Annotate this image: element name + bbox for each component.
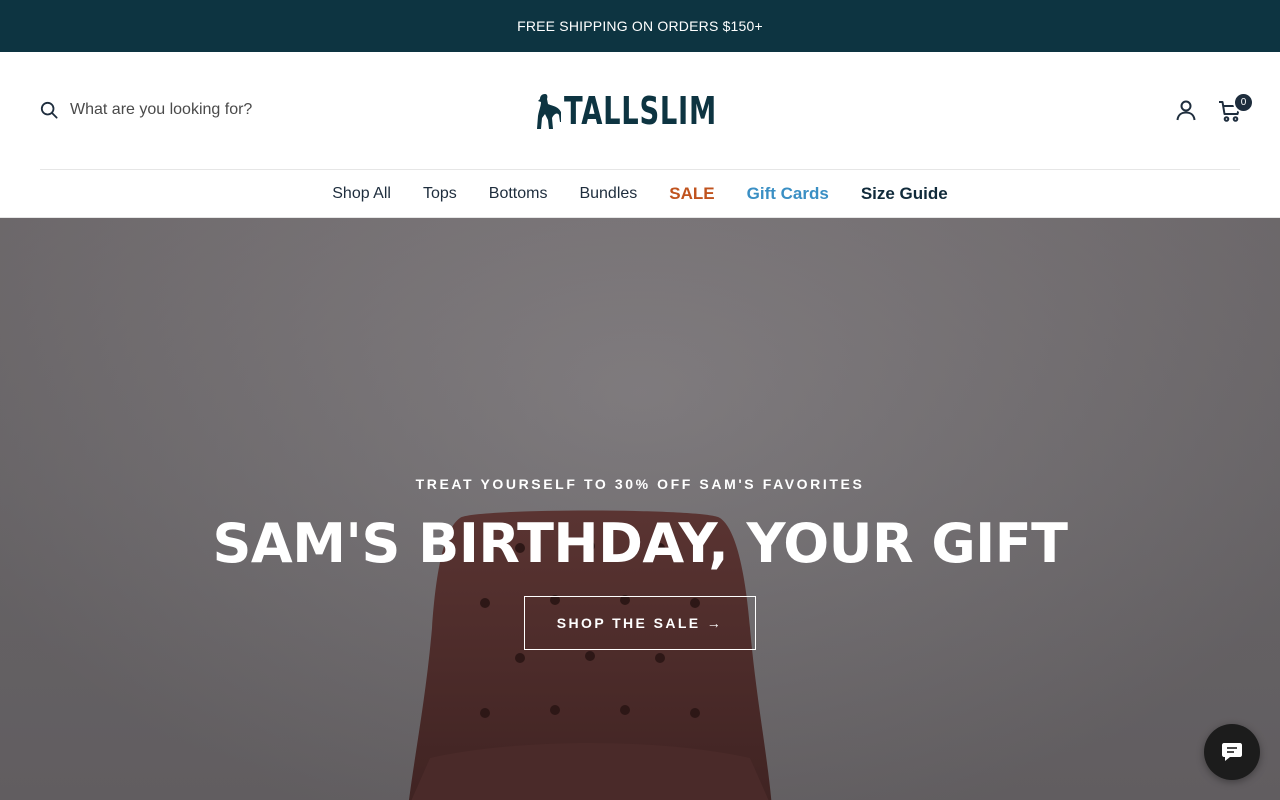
user-icon[interactable] — [1175, 99, 1197, 121]
logo-text: TALLSLIM — [564, 89, 717, 133]
chat-bubble-icon — [1222, 743, 1242, 761]
shop-the-sale-button[interactable]: SHOP THE SALE → — [524, 596, 756, 650]
hero-title: SAM'S BIRTHDAY, YOUR GIFT — [212, 512, 1068, 575]
nav-item-size-guide[interactable]: Size Guide — [861, 184, 948, 204]
hero-kicker: TREAT YOURSELF TO 30% OFF SAM'S FAVORITE… — [415, 476, 865, 492]
search-input[interactable] — [70, 101, 370, 119]
nav-item-bottoms[interactable]: Bottoms — [489, 185, 548, 203]
nav-item-shop-all[interactable]: Shop All — [332, 185, 391, 203]
greyhound-logo-mark — [537, 94, 561, 129]
hero-banner: TREAT YOURSELF TO 30% OFF SAM'S FAVORITE… — [0, 218, 1280, 800]
hero-content: TREAT YOURSELF TO 30% OFF SAM'S FAVORITE… — [0, 476, 1280, 650]
announcement-bar: FREE SHIPPING ON ORDERS $150+ — [0, 0, 1280, 52]
chat-button[interactable] — [1204, 724, 1260, 780]
site-header: TALLSLIM 0 Shop All Tops Bottoms Bundles… — [0, 52, 1280, 218]
site-logo[interactable]: TALLSLIM — [536, 90, 776, 132]
nav-item-bundles[interactable]: Bundles — [579, 185, 637, 203]
announcement-text: FREE SHIPPING ON ORDERS $150+ — [517, 18, 763, 34]
main-nav: Shop All Tops Bottoms Bundles SALE Gift … — [0, 170, 1280, 218]
cart-button[interactable]: 0 — [1218, 92, 1254, 126]
cart-count-badge: 0 — [1233, 92, 1254, 113]
nav-item-gift-cards[interactable]: Gift Cards — [747, 184, 829, 204]
search-icon[interactable] — [40, 101, 58, 119]
nav-item-sale[interactable]: SALE — [669, 184, 714, 204]
search-bar[interactable] — [40, 98, 370, 122]
nav-item-tops[interactable]: Tops — [423, 185, 457, 203]
